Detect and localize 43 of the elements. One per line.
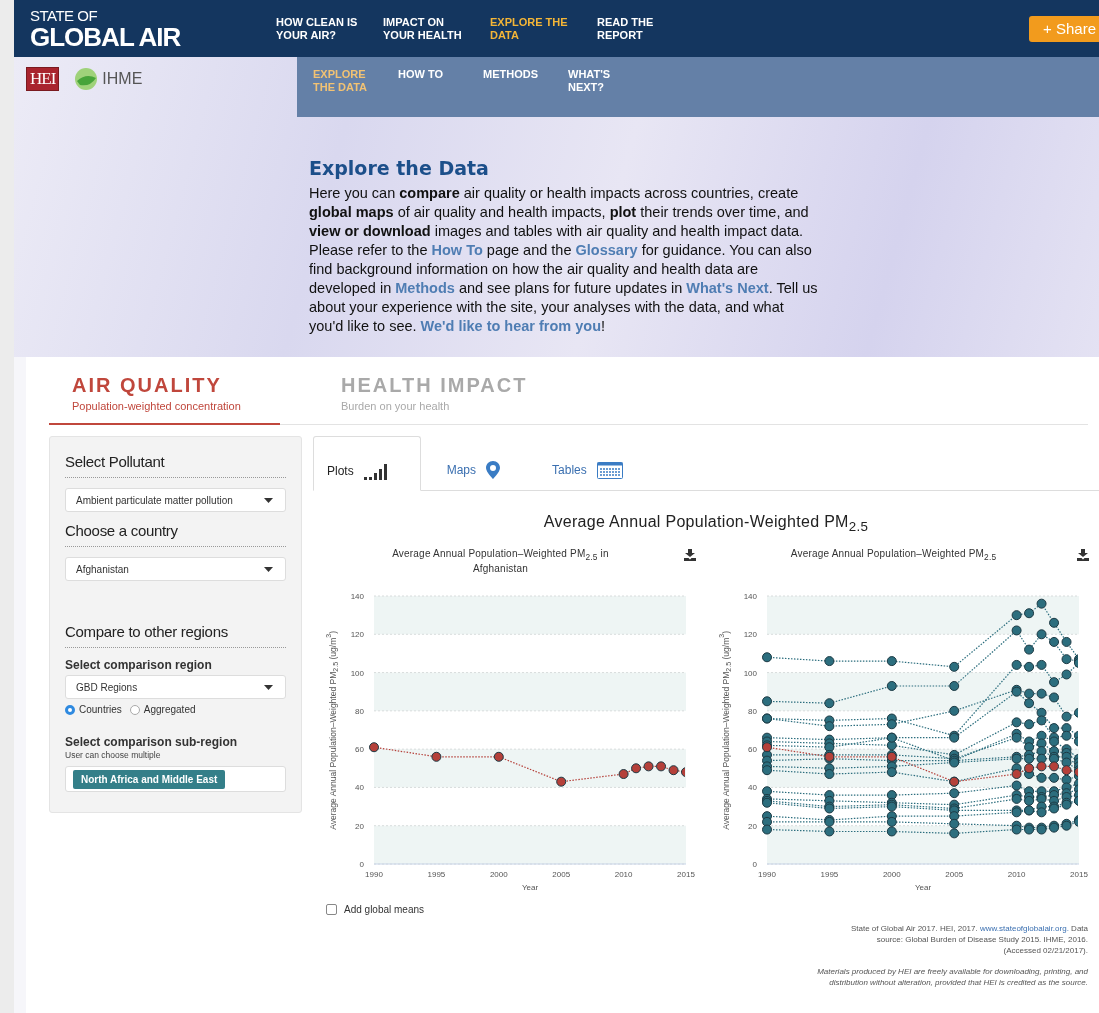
axis-tick-label: 2005: [552, 870, 571, 880]
axis-tick-label: 2010: [614, 870, 633, 880]
filter-heading: Compare to other regions: [65, 623, 286, 648]
axis-tick-label: 80: [355, 707, 364, 717]
field-hint: User can choose multiple: [65, 750, 162, 760]
axis-tick-label: 2000: [489, 870, 508, 880]
axis-title: Year: [521, 883, 539, 893]
axis-tick-label: 40: [355, 783, 364, 793]
notice-text: Materials produced by HEI are freely available for downloading, printing, and distribution without alteration, provided that HEI is credited as the source.: [816, 966, 1088, 989]
chart-title: Average Annual Population–Weighted PM$_{2.5}$ in Afghanistan: [391, 548, 610, 576]
axis-tick-label: 100: [743, 668, 757, 678]
citation-text: State of Global Air 2017. HEI, 2017. www.stateofglobalair.org. Data source: Global Burden of Disease Study 2015. IHME, 2016. (Accessed 02/21/2017).: [849, 923, 1088, 957]
axis-tick-label: 20: [355, 821, 364, 831]
axis-tick-label: 80: [748, 707, 757, 717]
axis-title: Year: [914, 883, 932, 893]
axis-tick-label: 2015: [1070, 870, 1088, 880]
axis-tick-label: 2010: [1007, 870, 1026, 880]
axis-tick-label: 1995: [427, 870, 446, 880]
filter-heading: Select Pollutant: [65, 453, 286, 478]
axis-tick-label: 100: [350, 668, 364, 678]
axis-tick-label: 1990: [365, 870, 383, 880]
axis-tick-label: 0: [359, 860, 364, 870]
plots-heading: Average Annual Population-Weighted PM$_{2.5}$: [542, 513, 870, 535]
axis-tick-label: 140: [350, 592, 364, 602]
filter-heading: Choose a country: [65, 522, 286, 547]
axis-tick-label: 120: [743, 630, 757, 640]
axis-tick-label: 2005: [945, 870, 964, 880]
axis-tick-label: 20: [748, 821, 757, 831]
axis-tick-label: 0: [752, 860, 757, 870]
intro-paragraph: Here you can compare air quality or health impacts across countries, create global maps of air quality and health impacts, plot their trends over time, and view or download images and tables with air quality and health impact data. Please refer to the How To page and the Glossary for guidance. You can also find background information on how the air quality and health data are developed in Methods and see plans for future updates in What's Next. Tell us about your experience with the site, your analyses with the data, and what you'd like to see. We'd like to hear from you!: [309, 184, 819, 336]
axis-tick-label: 1990: [758, 870, 776, 880]
axis-tick-label: 60: [355, 745, 364, 755]
axis-tick-label: 2000: [882, 870, 901, 880]
chart-title: Average Annual Population–Weighted PM$_{2.5}$: [789, 548, 998, 564]
axis-tick-label: 1995: [820, 870, 839, 880]
intro-title: Explore the Data: [309, 157, 490, 179]
axis-tick-label: 40: [748, 783, 757, 793]
axis-tick-label: 140: [743, 592, 757, 602]
field-label: Select comparison sub-region: [65, 735, 239, 749]
axis-tick-label: 60: [748, 745, 757, 755]
axis-tick-label: 120: [350, 630, 364, 640]
axis-tick-label: 2015: [677, 870, 695, 880]
field-label: Select comparison region: [65, 658, 213, 672]
